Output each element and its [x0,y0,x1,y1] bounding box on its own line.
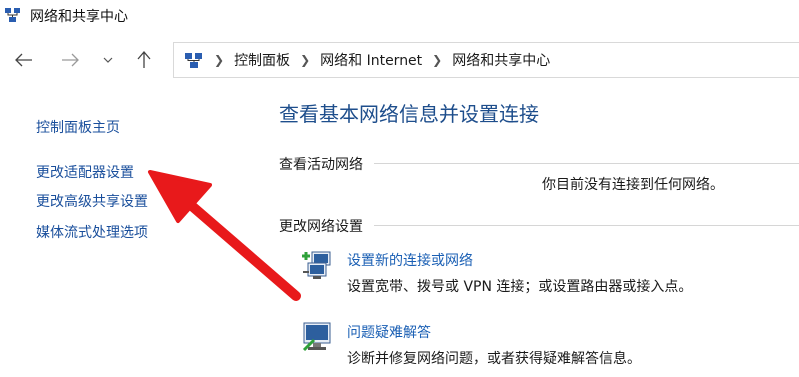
breadcrumb-network-internet[interactable]: 网络和 Internet [320,50,422,70]
change-adapter-settings-link[interactable]: 更改适配器设置 [36,162,134,182]
up-button[interactable] [130,46,158,74]
network-center-icon [4,6,22,24]
troubleshoot-problems-link[interactable]: 问题疑难解答 [347,322,431,342]
change-advanced-sharing-link[interactable]: 更改高级共享设置 [36,191,148,211]
address-bar[interactable]: ❯ 控制面板 ❯ 网络和 Internet ❯ 网络和共享中心 [173,42,799,78]
chevron-down-icon [103,57,113,63]
control-panel-home-link[interactable]: 控制面板主页 [36,117,120,137]
section-divider [374,163,799,164]
arrow-left-icon [15,53,32,67]
setup-new-connection-link[interactable]: 设置新的连接或网络 [347,250,473,270]
window-title: 网络和共享中心 [30,9,128,25]
forward-button[interactable] [56,46,84,74]
breadcrumb-separator-icon: ❯ [214,53,225,67]
media-streaming-options-link[interactable]: 媒体流式处理选项 [36,222,148,242]
page-title: 查看基本网络信息并设置连接 [279,102,539,126]
breadcrumb-separator-icon: ❯ [300,53,311,67]
arrow-up-icon [137,51,151,68]
control-panel-icon [184,50,204,70]
change-network-settings-heading: 更改网络设置 [279,219,363,235]
no-connection-status: 你目前没有连接到任何网络。 [542,177,724,193]
recent-locations-button[interactable] [98,46,118,74]
breadcrumb-network-center[interactable]: 网络和共享中心 [452,50,550,70]
arrow-right-icon [62,53,79,67]
active-networks-heading: 查看活动网络 [279,157,363,173]
setup-new-connection-description: 设置宽带、拨号或 VPN 连接；或设置路由器或接入点。 [347,279,693,295]
back-button[interactable] [10,46,38,74]
breadcrumb-separator-icon: ❯ [432,53,443,67]
breadcrumb-control-panel[interactable]: 控制面板 [234,50,290,70]
troubleshoot-icon [300,320,334,354]
section-divider [374,225,799,226]
troubleshoot-problems-description: 诊断并修复网络问题，或者获得疑难解答信息。 [347,351,641,367]
network-setup-icon [300,248,334,282]
